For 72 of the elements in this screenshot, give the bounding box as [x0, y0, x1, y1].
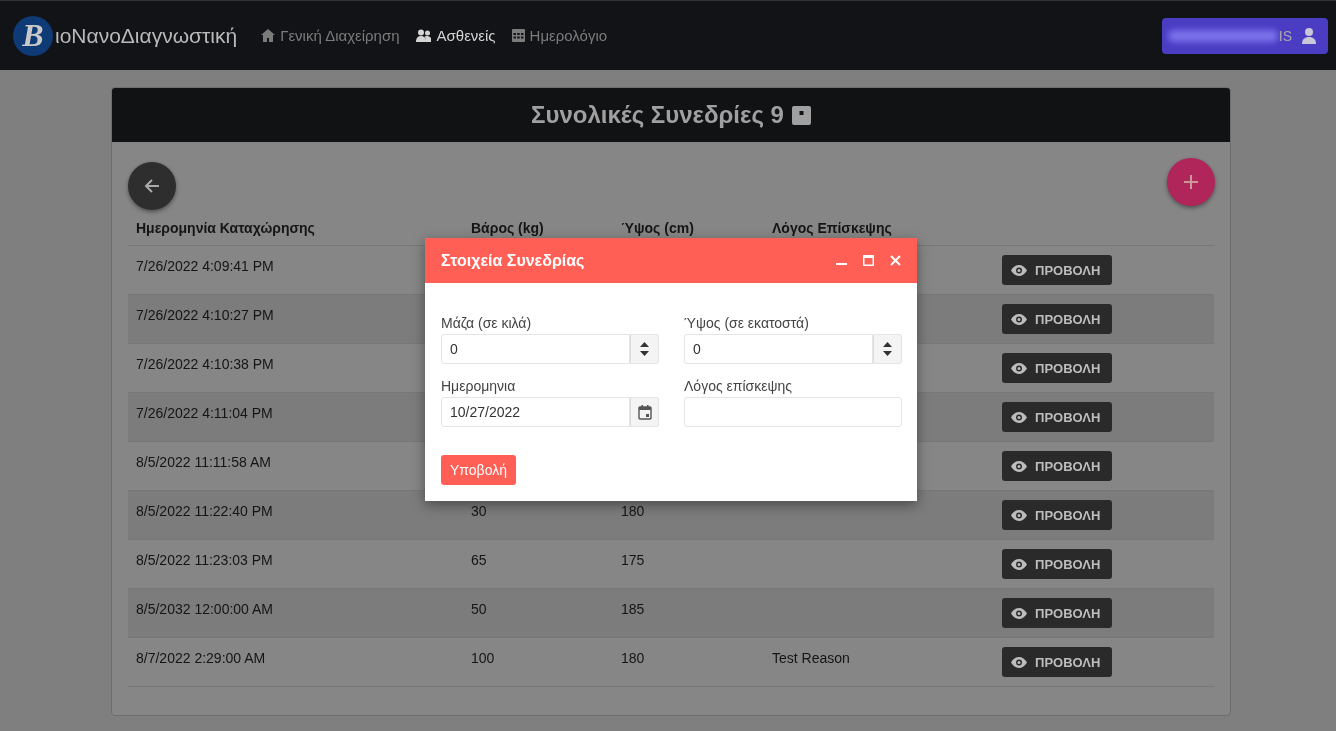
spinner-arrows-icon	[640, 341, 649, 357]
eye-icon	[1011, 607, 1027, 619]
nav-link[interactable]: Ασθενείς	[415, 27, 496, 44]
table-cell-text: 8/5/2022 11:22:40 PM	[136, 503, 274, 519]
view-button[interactable]: ΠΡΟΒΟΛΗ	[1002, 598, 1113, 628]
table-cell-text: 7/26/2022 4:10:38 PM	[136, 356, 275, 372]
eye-icon	[1011, 656, 1027, 668]
field-label: Μάζα (σε κιλά)	[441, 315, 533, 331]
view-button[interactable]: ΠΡΟΒΟΛΗ	[1002, 647, 1113, 677]
table-cell-text: 100	[471, 650, 496, 666]
brand-name[interactable]: ιοΝανοΔιαγνωστική	[55, 23, 238, 48]
view-button[interactable]: ΠΡΟΒΟΛΗ	[1002, 353, 1113, 383]
view-button[interactable]: ΠΡΟΒΟΛΗ	[1002, 451, 1113, 481]
field-label: Ύψος (σε εκατοστά)	[684, 315, 810, 331]
table-cell-text: 8/7/2022 2:29:00 AM	[136, 650, 267, 666]
user-icon	[1302, 27, 1316, 44]
add-button[interactable]	[1167, 158, 1215, 206]
table-cell-text: 185	[621, 601, 646, 617]
logo[interactable]: B	[13, 15, 53, 56]
view-button[interactable]: ΠΡΟΒΟΛΗ	[1002, 549, 1113, 579]
table-cell-text: 8/5/2022 11:23:03 PM	[136, 552, 274, 568]
column-header: Ύψος (cm)	[621, 220, 695, 236]
dialog-title: Στοιχεία Συνεδρίας	[441, 251, 585, 270]
view-button[interactable]: ΠΡΟΒΟΛΗ	[1002, 255, 1113, 285]
table-cell-text: 175	[621, 552, 646, 568]
date-field[interactable]: 10/27/2022	[441, 397, 630, 427]
table-cell-text: 8/5/2022 11:11:58 AM	[136, 454, 272, 470]
calendar-icon	[637, 404, 652, 420]
maximize-icon	[863, 255, 874, 266]
eye-icon	[1011, 362, 1027, 374]
nav-link[interactable]: Γενική Διαχείρηση	[261, 27, 400, 44]
view-button[interactable]: ΠΡΟΒΟΛΗ	[1002, 304, 1113, 334]
table-cell-text: 8/5/2032 12:00:00 AM	[136, 601, 274, 617]
field-label: Λόγος επίσκεψης	[684, 378, 793, 394]
table-cell-text: Test Reason	[772, 650, 851, 666]
eye-icon	[1011, 558, 1027, 570]
home-icon	[261, 29, 276, 42]
eye-icon	[1011, 264, 1027, 276]
back-button[interactable]	[128, 162, 176, 210]
spinner-arrows-icon	[883, 341, 892, 357]
eye-icon	[1011, 460, 1027, 472]
maximize-button[interactable]	[863, 255, 874, 266]
minimize-icon	[836, 262, 847, 265]
nav-link[interactable]: Ημερολόγιο	[511, 27, 608, 44]
number-field[interactable]: 0	[684, 334, 873, 364]
spinner-button[interactable]	[630, 334, 659, 364]
table-cell-text: 50	[471, 601, 488, 617]
number-field[interactable]: 0	[441, 334, 630, 364]
table-cell-text: 65	[471, 552, 488, 568]
spinner-button[interactable]	[873, 334, 902, 364]
calendar-button[interactable]	[630, 397, 659, 427]
card-title: Συνολικές Συνεδρίες 9	[531, 101, 784, 129]
text-field[interactable]	[684, 397, 902, 427]
column-header: Λόγος Επίσκεψης	[772, 220, 893, 236]
table-cell-text: 180	[621, 650, 646, 666]
eye-icon	[1011, 411, 1027, 423]
table-cell-text: 180	[621, 503, 646, 519]
column-header: Βάρος (kg)	[471, 220, 545, 236]
eye-icon	[1011, 313, 1027, 325]
field-label: Ημερομηνια	[441, 378, 517, 394]
close-button[interactable]	[890, 255, 901, 266]
id-card-icon	[791, 105, 811, 125]
users-icon	[415, 29, 432, 42]
column-header: Ημερομηνία Καταχώρησης	[136, 220, 316, 236]
view-button[interactable]: ΠΡΟΒΟΛΗ	[1002, 500, 1113, 530]
back-arrow-icon	[144, 178, 160, 194]
calendar-icon	[511, 29, 525, 42]
eye-icon	[1011, 509, 1027, 521]
close-icon	[890, 255, 901, 266]
table-cell-text: 30	[471, 503, 488, 519]
view-button[interactable]: ΠΡΟΒΟΛΗ	[1002, 402, 1113, 432]
plus-icon	[1183, 174, 1199, 190]
